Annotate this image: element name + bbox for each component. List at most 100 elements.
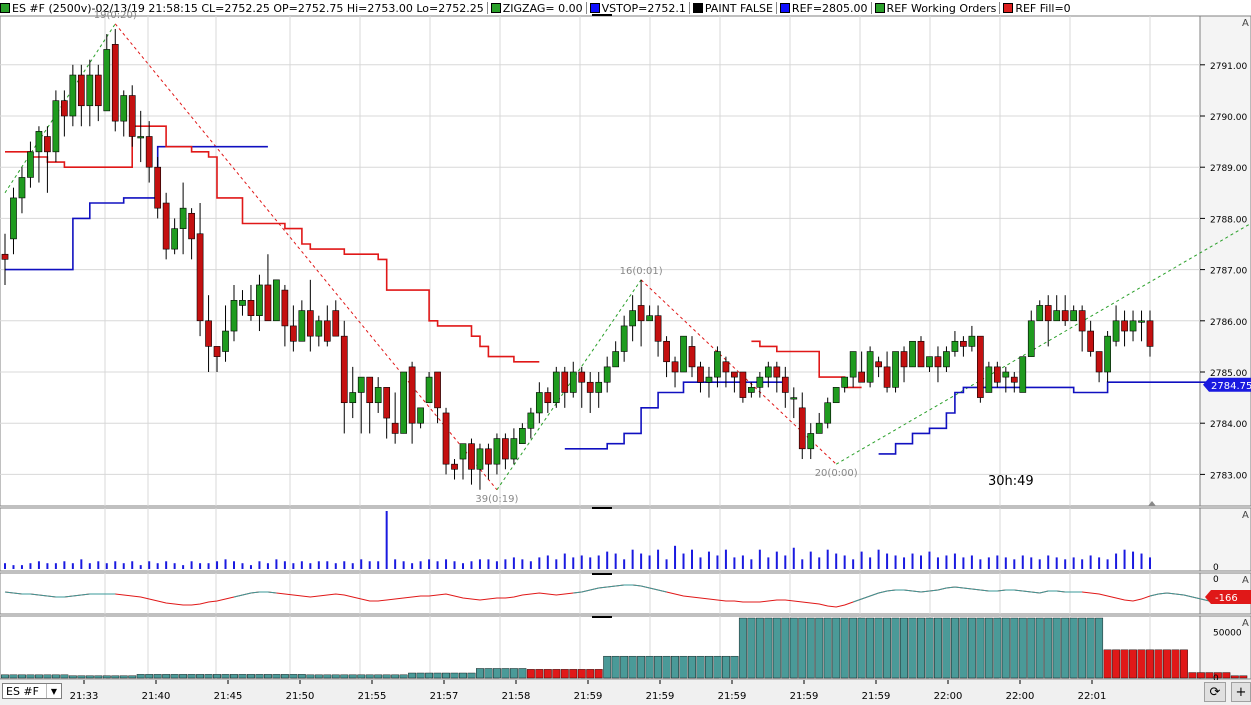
candle-body xyxy=(230,300,238,332)
time-tick-label: 22:00 xyxy=(934,691,963,702)
time-tick-label: 22:00 xyxy=(1006,691,1035,702)
histogram-bar xyxy=(815,617,824,679)
candle-body xyxy=(213,346,221,357)
histogram-bar xyxy=(883,617,892,679)
candle-body xyxy=(731,371,738,378)
histogram-bar xyxy=(917,617,925,679)
histogram-bar xyxy=(1112,649,1121,679)
histogram-bar xyxy=(526,669,535,679)
histogram-bar xyxy=(577,669,586,679)
candle-body xyxy=(561,371,569,393)
histogram-bar xyxy=(340,674,349,679)
histogram-bar xyxy=(662,655,671,679)
time-tick-label: 21:59 xyxy=(862,691,891,702)
candle-body xyxy=(637,305,645,322)
candle-body xyxy=(620,325,628,352)
candle-body xyxy=(77,74,85,107)
price-tag-label: 2784.75 xyxy=(1211,381,1251,392)
histogram-bar xyxy=(314,674,323,679)
candle-body xyxy=(951,340,959,352)
candle-body xyxy=(468,443,475,470)
histogram-bar xyxy=(1146,649,1154,679)
candle-body xyxy=(383,387,391,419)
refresh-icon[interactable]: ⟳ xyxy=(1204,682,1226,702)
histogram-bar xyxy=(1163,649,1171,679)
zigzag-label: 39(0:19) xyxy=(475,494,518,505)
countdown-timer: 30h:49 xyxy=(988,474,1034,489)
histogram-bar xyxy=(696,655,705,679)
histogram-bar xyxy=(94,675,103,679)
price-tick-label: 2785.00 xyxy=(1210,369,1247,379)
histogram-bar xyxy=(569,669,578,679)
histogram-bar xyxy=(433,672,442,679)
chevron-down-icon[interactable]: ▼ xyxy=(46,684,61,698)
histogram-bar xyxy=(993,617,1002,679)
candle-body xyxy=(663,340,670,363)
histogram-bar xyxy=(119,675,128,679)
histogram-bar xyxy=(1120,649,1129,679)
candle-body xyxy=(595,381,603,393)
histogram-bar xyxy=(162,674,171,679)
histogram-bar xyxy=(1171,649,1180,679)
histogram-bar xyxy=(255,674,264,679)
histogram-bar xyxy=(408,672,417,679)
histogram-bar xyxy=(213,674,221,679)
axis-corner-label: A xyxy=(1242,18,1249,29)
candle-body xyxy=(917,340,925,368)
candle-body xyxy=(798,407,806,450)
candle-body xyxy=(128,95,136,137)
candle-body xyxy=(1010,376,1018,383)
price-tick-label: 2790.00 xyxy=(1210,113,1247,123)
histogram-bar xyxy=(866,617,875,679)
candle-body xyxy=(519,428,526,444)
symbol-selector[interactable]: ES #F ▼ xyxy=(2,683,62,699)
candle-body xyxy=(69,74,77,117)
histogram-bar xyxy=(77,675,86,679)
time-tick-label: 22:01 xyxy=(1078,691,1107,702)
candle-body xyxy=(357,376,365,393)
volume-tick-label: 0 xyxy=(1213,563,1219,573)
histogram-bar xyxy=(467,672,476,679)
histogram-bar xyxy=(1230,675,1239,679)
candle-body xyxy=(985,366,993,393)
histogram-bar xyxy=(730,655,739,679)
candle-body xyxy=(442,412,450,465)
candle-body xyxy=(960,340,967,347)
histogram-bar xyxy=(289,674,298,679)
histogram-bar xyxy=(1188,672,1197,679)
histogram-bar xyxy=(382,674,391,679)
histogram-bar xyxy=(594,669,603,679)
histogram-bar xyxy=(365,674,374,679)
osc-tick-label: 0 xyxy=(1213,575,1219,585)
histogram-bar xyxy=(501,668,510,679)
candle-body xyxy=(909,340,916,368)
histogram-bar xyxy=(628,655,637,679)
candle-body xyxy=(993,366,1001,383)
chart-canvas[interactable]: A A A A 2791.00 2790.00 2789.00 2788.00 2787.00 2… xyxy=(0,0,1251,705)
histogram-bar xyxy=(272,674,281,679)
histogram-bar xyxy=(280,674,289,679)
symbol-selector-value: ES #F xyxy=(6,684,39,698)
candle-body xyxy=(290,325,297,342)
histogram-bar xyxy=(1095,617,1104,679)
candle-body xyxy=(188,212,195,240)
zigzag-label: 19(0:20) xyxy=(94,10,137,21)
candle-body xyxy=(1112,320,1120,342)
candle-body xyxy=(510,438,518,460)
histogram-bar xyxy=(357,674,366,679)
histogram-bar xyxy=(85,675,94,679)
histogram-bar xyxy=(1035,617,1044,679)
candle-body xyxy=(281,289,289,327)
histogram-bar xyxy=(874,617,883,679)
histogram-bar xyxy=(204,674,213,679)
candle-body xyxy=(298,310,306,342)
plus-icon[interactable]: + xyxy=(1231,682,1251,702)
candle-body xyxy=(247,300,255,316)
zigzag-label: 20(0:00) xyxy=(815,468,858,479)
candle-body xyxy=(493,438,501,465)
time-tick-label: 21:58 xyxy=(502,691,531,702)
candle-body xyxy=(714,351,721,378)
candle-body xyxy=(111,44,119,122)
candle-body xyxy=(52,100,60,153)
candle-body xyxy=(680,335,687,373)
